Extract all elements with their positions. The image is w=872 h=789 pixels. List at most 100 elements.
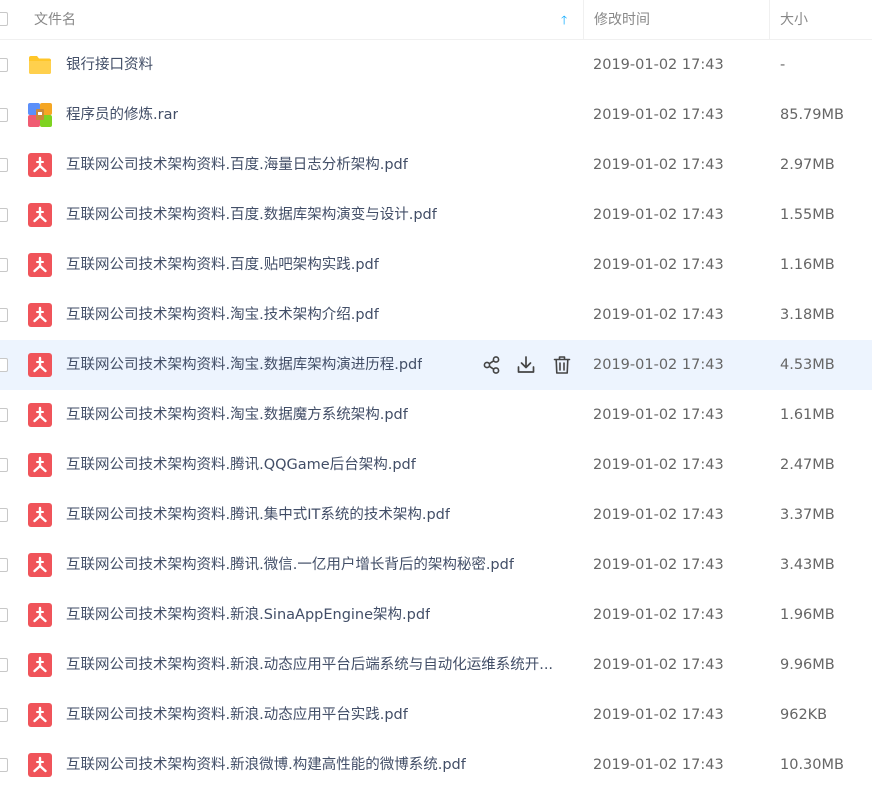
row-checkbox[interactable]	[0, 358, 8, 372]
file-mtime: 2019-01-02 17:43	[593, 507, 724, 523]
file-row[interactable]: 互联网公司技术架构资料.腾讯.集中式IT系统的技术架构.pdf 2019-01-0…	[0, 490, 872, 540]
file-name-link[interactable]: 互联网公司技术架构资料.百度.数据库架构演变与设计.pdf	[66, 190, 437, 240]
delete-icon[interactable]	[552, 355, 572, 375]
file-size: 1.61MB	[780, 407, 835, 423]
pdf-icon	[28, 203, 52, 227]
share-icon[interactable]	[482, 355, 502, 375]
file-name-link[interactable]: 互联网公司技术架构资料.腾讯.集中式IT系统的技术架构.pdf	[66, 490, 450, 540]
file-row[interactable]: 互联网公司技术架构资料.新浪.动态应用平台实践.pdf 2019-01-02 17…	[0, 690, 872, 740]
file-row[interactable]: 互联网公司技术架构资料.百度.海量日志分析架构.pdf 2019-01-02 17…	[0, 140, 872, 190]
column-header-name[interactable]: 文件名	[34, 0, 582, 40]
file-row[interactable]: 互联网公司技术架构资料.淘宝.数据魔方系统架构.pdf 2019-01-02 17…	[0, 390, 872, 440]
row-checkbox[interactable]	[0, 258, 8, 272]
file-row[interactable]: 互联网公司技术架构资料.腾讯.微信.一亿用户增长背后的架构秘密.pdf 2019-…	[0, 540, 872, 590]
file-name-link[interactable]: 互联网公司技术架构资料.百度.海量日志分析架构.pdf	[66, 140, 408, 190]
pdf-icon	[28, 603, 52, 627]
select-all-checkbox[interactable]	[0, 12, 8, 26]
file-size: 3.43MB	[780, 557, 835, 573]
row-checkbox[interactable]	[0, 558, 8, 572]
file-name-link[interactable]: 银行接口资料	[66, 40, 153, 90]
file-size: 962KB	[780, 707, 828, 723]
file-mtime: 2019-01-02 17:43	[593, 57, 724, 73]
pdf-icon	[28, 453, 52, 477]
file-mtime: 2019-01-02 17:43	[593, 207, 724, 223]
pdf-icon	[28, 653, 52, 677]
file-row[interactable]: 互联网公司技术架构资料.百度.贴吧架构实践.pdf 2019-01-02 17:4…	[0, 240, 872, 290]
file-size: -	[780, 57, 786, 73]
file-name-link[interactable]: 互联网公司技术架构资料.新浪.动态应用平台实践.pdf	[66, 690, 408, 740]
file-name-link[interactable]: 互联网公司技术架构资料.腾讯.QQGame后台架构.pdf	[66, 440, 416, 490]
file-row[interactable]: 互联网公司技术架构资料.淘宝.技术架构介绍.pdf 2019-01-02 17:4…	[0, 290, 872, 340]
file-size: 2.97MB	[780, 157, 835, 173]
file-size: 85.79MB	[780, 107, 844, 123]
pdf-icon	[28, 253, 52, 277]
pdf-icon	[28, 503, 52, 527]
row-checkbox[interactable]	[0, 658, 8, 672]
file-list-header: 文件名 🡑 修改时间 大小	[0, 0, 872, 40]
row-checkbox[interactable]	[0, 158, 8, 172]
file-name-link[interactable]: 互联网公司技术架构资料.新浪微博.构建高性能的微博系统.pdf	[66, 740, 466, 789]
column-header-mtime[interactable]: 修改时间	[583, 0, 769, 40]
file-row[interactable]: 银行接口资料 2019-01-02 17:43 -	[0, 40, 872, 90]
file-mtime: 2019-01-02 17:43	[593, 607, 724, 623]
file-size: 1.55MB	[780, 207, 835, 223]
pdf-icon	[28, 303, 52, 327]
pdf-icon	[28, 703, 52, 727]
file-name-link[interactable]: 互联网公司技术架构资料.淘宝.数据魔方系统架构.pdf	[66, 390, 408, 440]
file-name-link[interactable]: 互联网公司技术架构资料.淘宝.技术架构介绍.pdf	[66, 290, 379, 340]
file-row[interactable]: 互联网公司技术架构资料.百度.数据库架构演变与设计.pdf 2019-01-02 …	[0, 190, 872, 240]
file-size: 3.18MB	[780, 307, 835, 323]
file-size: 1.16MB	[780, 257, 835, 273]
row-checkbox[interactable]	[0, 408, 8, 422]
file-name-link[interactable]: 互联网公司技术架构资料.淘宝.数据库架构演进历程.pdf	[66, 340, 422, 390]
row-checkbox[interactable]	[0, 108, 8, 122]
file-size: 10.30MB	[780, 757, 844, 773]
file-mtime: 2019-01-02 17:43	[593, 457, 724, 473]
row-checkbox[interactable]	[0, 608, 8, 622]
download-icon[interactable]	[516, 355, 536, 375]
row-checkbox[interactable]	[0, 758, 8, 772]
row-checkbox[interactable]	[0, 308, 8, 322]
file-size: 2.47MB	[780, 457, 835, 473]
file-mtime: 2019-01-02 17:43	[593, 407, 724, 423]
row-checkbox[interactable]	[0, 508, 8, 522]
pdf-icon	[28, 753, 52, 777]
file-mtime: 2019-01-02 17:43	[593, 707, 724, 723]
file-row[interactable]: 互联网公司技术架构资料.新浪.动态应用平台后端系统与自动化运维系统开... 201…	[0, 640, 872, 690]
file-mtime: 2019-01-02 17:43	[593, 107, 724, 123]
file-name-link[interactable]: 程序员的修炼.rar	[66, 90, 178, 140]
pdf-icon	[28, 353, 52, 377]
pdf-icon	[28, 553, 52, 577]
file-mtime: 2019-01-02 17:43	[593, 307, 724, 323]
file-mtime: 2019-01-02 17:43	[593, 757, 724, 773]
pdf-icon	[28, 403, 52, 427]
file-name-link[interactable]: 互联网公司技术架构资料.新浪.SinaAppEngine架构.pdf	[66, 590, 430, 640]
pdf-icon	[28, 153, 52, 177]
file-row[interactable]: 互联网公司技术架构资料.新浪.SinaAppEngine架构.pdf 2019-0…	[0, 590, 872, 640]
row-checkbox[interactable]	[0, 458, 8, 472]
sort-ascending-arrow-icon[interactable]: 🡑	[561, 0, 567, 40]
file-size: 9.96MB	[780, 657, 835, 673]
file-row[interactable]: 互联网公司技术架构资料.淘宝.数据库架构演进历程.pdf 2019-01-02 1…	[0, 340, 872, 390]
file-list: 文件名 🡑 修改时间 大小 银行接口资料 2019-01-02 17:43 - 程序员…	[0, 0, 872, 789]
rar-archive-icon	[28, 103, 52, 127]
file-mtime: 2019-01-02 17:43	[593, 557, 724, 573]
folder-icon	[28, 53, 52, 77]
row-checkbox[interactable]	[0, 58, 8, 72]
file-mtime: 2019-01-02 17:43	[593, 257, 724, 273]
file-row[interactable]: 互联网公司技术架构资料.腾讯.QQGame后台架构.pdf 2019-01-02 …	[0, 440, 872, 490]
file-row[interactable]: 程序员的修炼.rar 2019-01-02 17:43 85.79MB	[0, 90, 872, 140]
file-name-link[interactable]: 互联网公司技术架构资料.百度.贴吧架构实践.pdf	[66, 240, 379, 290]
file-size: 3.37MB	[780, 507, 835, 523]
row-checkbox[interactable]	[0, 208, 8, 222]
file-name-link[interactable]: 互联网公司技术架构资料.新浪.动态应用平台后端系统与自动化运维系统开...	[66, 640, 553, 690]
file-mtime: 2019-01-02 17:43	[593, 357, 724, 373]
file-mtime: 2019-01-02 17:43	[593, 157, 724, 173]
file-row[interactable]: 互联网公司技术架构资料.新浪微博.构建高性能的微博系统.pdf 2019-01-0…	[0, 740, 872, 789]
file-size: 1.96MB	[780, 607, 835, 623]
file-size: 4.53MB	[780, 357, 835, 373]
file-mtime: 2019-01-02 17:43	[593, 657, 724, 673]
file-name-link[interactable]: 互联网公司技术架构资料.腾讯.微信.一亿用户增长背后的架构秘密.pdf	[66, 540, 514, 590]
row-checkbox[interactable]	[0, 708, 8, 722]
column-header-size[interactable]: 大小	[769, 0, 872, 40]
